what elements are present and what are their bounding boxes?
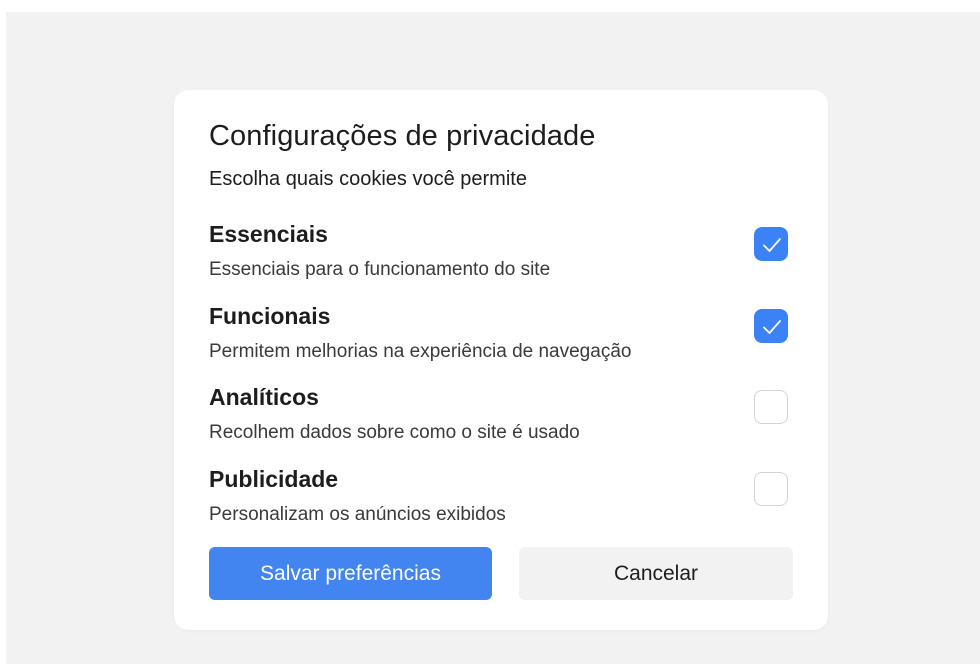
- option-essentials: Essenciais Essenciais para o funcionamen…: [209, 221, 793, 291]
- analytics-checkbox[interactable]: [754, 390, 788, 424]
- option-title: Analíticos: [209, 384, 319, 410]
- functional-checkbox[interactable]: [754, 309, 788, 343]
- option-description: Essenciais para o funcionamento do site: [209, 259, 551, 280]
- essentials-checkbox[interactable]: [754, 227, 788, 261]
- option-analytics: Analíticos Recolhem dados sobre como o s…: [209, 384, 793, 454]
- option-title: Funcionais: [209, 303, 331, 329]
- save-preferences-button[interactable]: Salvar preferências: [209, 547, 492, 600]
- option-description: Personalizam os anúncios exibidos: [209, 504, 506, 525]
- checkmark-icon: [763, 320, 781, 334]
- privacy-settings-dialog: Configurações de privacidade Escolha qua…: [174, 90, 828, 630]
- option-functional: Funcionais Permitem melhorias na experiê…: [209, 303, 793, 373]
- option-description: Recolhem dados sobre como o site é usado: [209, 422, 580, 443]
- advertising-checkbox[interactable]: [754, 472, 788, 506]
- option-advertising: Publicidade Personalizam os anúncios exi…: [209, 466, 793, 536]
- dialog-title: Configurações de privacidade: [209, 120, 596, 152]
- option-title: Essenciais: [209, 221, 328, 247]
- checkmark-icon: [763, 238, 781, 252]
- option-title: Publicidade: [209, 466, 339, 492]
- cancel-button[interactable]: Cancelar: [519, 547, 793, 600]
- dialog-subtitle: Escolha quais cookies você permite: [209, 168, 527, 190]
- option-description: Permitem melhorias na experiência de nav…: [209, 341, 632, 362]
